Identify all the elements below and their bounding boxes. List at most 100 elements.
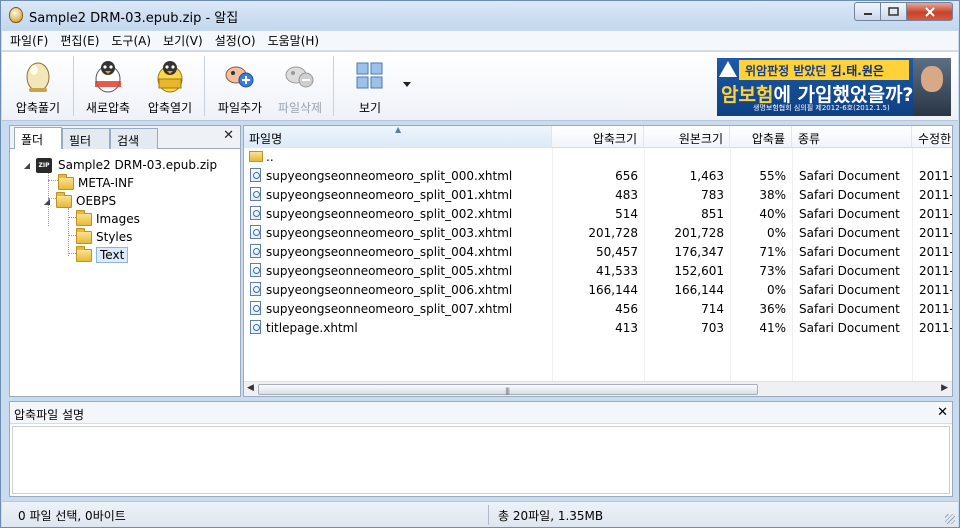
table-row[interactable]: supyeongseonneomeoro_split_007.xhtml 456 7… <box>244 300 952 319</box>
scrollbar-thumb[interactable]: ||| <box>258 384 758 395</box>
open-archive-button[interactable]: 압축열기 <box>142 52 198 121</box>
table-row[interactable]: supyeongseonneomeoro_split_001.xhtml 483 7… <box>244 186 953 205</box>
menu-bar: 파일(F) 편집(E) 도구(A) 보기(V) 설정(O) 도움말(H) <box>2 31 958 51</box>
collapse-arrow-icon[interactable]: ◢ <box>42 197 52 206</box>
modified-date: 2011- <box>919 169 953 183</box>
maximize-button[interactable] <box>881 2 907 21</box>
compression-ratio: 38% <box>759 188 786 202</box>
view-button[interactable]: 보기 <box>348 52 392 121</box>
column-header-name[interactable]: ▲ 파일명 <box>244 126 552 148</box>
menu-file[interactable]: 파일(F) <box>10 32 48 49</box>
packed-size: 41,533 <box>596 264 638 278</box>
menu-edit[interactable]: 편집(E) <box>60 32 99 49</box>
column-header-modified[interactable]: 수정한 <box>912 126 952 148</box>
file-type: Safari Document <box>799 302 900 316</box>
resize-grip-icon[interactable] <box>945 514 955 524</box>
file-name: supyeongseonneomeoro_split_002.xhtml <box>266 207 513 221</box>
packed-size: 166,144 <box>588 283 638 297</box>
alzip-app-icon <box>9 7 23 23</box>
packed-size: 483 <box>615 188 638 202</box>
comment-close-icon[interactable]: ✕ <box>937 405 948 420</box>
table-row[interactable]: supyeongseonneomeoro_split_000.xhtml 656 1… <box>244 167 953 186</box>
folder-open-icon <box>76 245 92 262</box>
extract-button[interactable]: 압축풀기 <box>12 52 64 121</box>
view-dropdown-arrow-icon[interactable] <box>403 82 411 87</box>
original-size: 166,144 <box>674 283 724 297</box>
modified-date: 2011- <box>919 188 953 202</box>
view-label: 보기 <box>358 101 382 115</box>
column-header-packed[interactable]: 압축크기 <box>552 126 644 148</box>
tree-node-styles[interactable]: Styles <box>76 227 133 246</box>
modified-date: 2011- <box>919 264 953 278</box>
collapse-arrow-icon[interactable]: ◢ <box>22 161 32 170</box>
column-header-size[interactable]: 원본크기 <box>644 126 730 148</box>
compression-ratio: 41% <box>759 321 786 335</box>
table-row[interactable]: supyeongseonneomeoro_split_002.xhtml 514 8… <box>244 205 953 224</box>
tree-node-root[interactable]: ◢ ZIP Sample2 DRM-03.epub.zip <box>22 156 217 174</box>
tree-node-text[interactable]: Text <box>76 245 129 264</box>
menu-settings[interactable]: 설정(O) <box>215 32 256 49</box>
original-size: 703 <box>701 321 724 335</box>
packed-size: 413 <box>615 321 638 335</box>
extract-label: 압축풀기 <box>15 101 61 115</box>
packed-size: 656 <box>615 169 638 183</box>
xhtml-file-icon <box>250 225 261 239</box>
tree-node-images[interactable]: Images <box>76 209 140 228</box>
table-row-parent[interactable]: .. <box>244 148 952 167</box>
menu-help[interactable]: 도움말(H) <box>268 32 320 49</box>
title-bar[interactable]: Sample2 DRM-03.epub.zip - 알집 <box>1 1 959 30</box>
modified-date: 2011- <box>919 207 953 221</box>
folder-pane-close-icon[interactable]: ✕ <box>223 128 234 143</box>
file-name: .. <box>266 150 274 164</box>
close-button[interactable] <box>907 2 953 21</box>
original-size: 1,463 <box>689 169 724 183</box>
menu-tools[interactable]: 도구(A) <box>111 32 151 49</box>
tree-node-meta-inf[interactable]: META-INF <box>58 173 135 192</box>
scroll-left-arrow-icon[interactable]: ◀ <box>247 383 254 393</box>
banner-disclaimer: 생명보험협회 심의필 제2012-6호(2012.1.5) <box>753 104 890 112</box>
table-row[interactable]: supyeongseonneomeoro_split_005.xhtml 41,5… <box>244 262 953 281</box>
tab-search[interactable]: 검색 <box>110 128 158 149</box>
packed-size: 201,728 <box>588 226 638 240</box>
xhtml-file-icon <box>250 301 261 315</box>
comment-textarea[interactable] <box>12 426 950 494</box>
file-type: Safari Document <box>799 207 900 221</box>
tab-folder[interactable]: 폴더 <box>14 127 62 149</box>
tree-node-label: Sample2 DRM-03.epub.zip <box>58 158 218 172</box>
toolbar-separator <box>73 56 74 116</box>
folder-pane: 폴더 필터 검색 ✕ ◢ ZIP Sample2 DRM-03.epub.zip… <box>9 125 241 397</box>
xhtml-file-icon <box>250 320 261 334</box>
horizontal-scrollbar[interactable]: ◀ ||| ▶ <box>244 381 952 396</box>
table-row[interactable]: supyeongseonneomeoro_split_003.xhtml 201,… <box>244 224 952 243</box>
column-header-type[interactable]: 종류 <box>792 126 912 148</box>
file-name: supyeongseonneomeoro_split_000.xhtml <box>266 169 513 183</box>
original-size: 783 <box>701 188 724 202</box>
folder-icon <box>76 209 92 226</box>
scroll-right-arrow-icon[interactable]: ▶ <box>941 383 948 393</box>
grip-icon: ||| <box>505 387 510 395</box>
table-row[interactable]: titlepage.xhtml 413 703 41% Safari Document 2… <box>244 319 952 338</box>
ad-banner[interactable]: 위암판정 받았던 김.태.원은 암보험에 가입했었을까? 생명보험협회 심의필 … <box>717 58 951 116</box>
new-archive-button[interactable]: 새로압축 <box>82 52 134 121</box>
column-header-ratio[interactable]: 압축률 <box>730 126 792 148</box>
egg-icon <box>20 58 56 94</box>
tree-node-label: Styles <box>96 230 133 244</box>
table-row[interactable]: supyeongseonneomeoro_split_004.xhtml 50,4… <box>244 243 953 262</box>
close-icon <box>924 6 935 17</box>
new-archive-label: 새로압축 <box>85 101 131 115</box>
minimize-button[interactable] <box>854 2 881 21</box>
add-file-button[interactable]: 파일추가 <box>212 52 268 121</box>
view-grid-icon <box>352 58 388 94</box>
tree-node-oebps[interactable]: ◢ OEBPS <box>42 191 116 210</box>
delete-file-button[interactable]: 파일삭제 <box>272 52 328 121</box>
modified-date: 2011- <box>919 245 953 259</box>
tab-filter[interactable]: 필터 <box>62 128 110 149</box>
maximize-icon <box>888 7 899 16</box>
zip-archive-icon: ZIP <box>36 157 52 173</box>
original-size: 176,347 <box>674 245 724 259</box>
original-size: 152,601 <box>674 264 724 278</box>
tree-node-label: META-INF <box>78 176 135 190</box>
menu-view[interactable]: 보기(V) <box>163 32 203 49</box>
compression-ratio: 55% <box>759 169 786 183</box>
table-row[interactable]: supyeongseonneomeoro_split_006.xhtml 166,… <box>244 281 952 300</box>
